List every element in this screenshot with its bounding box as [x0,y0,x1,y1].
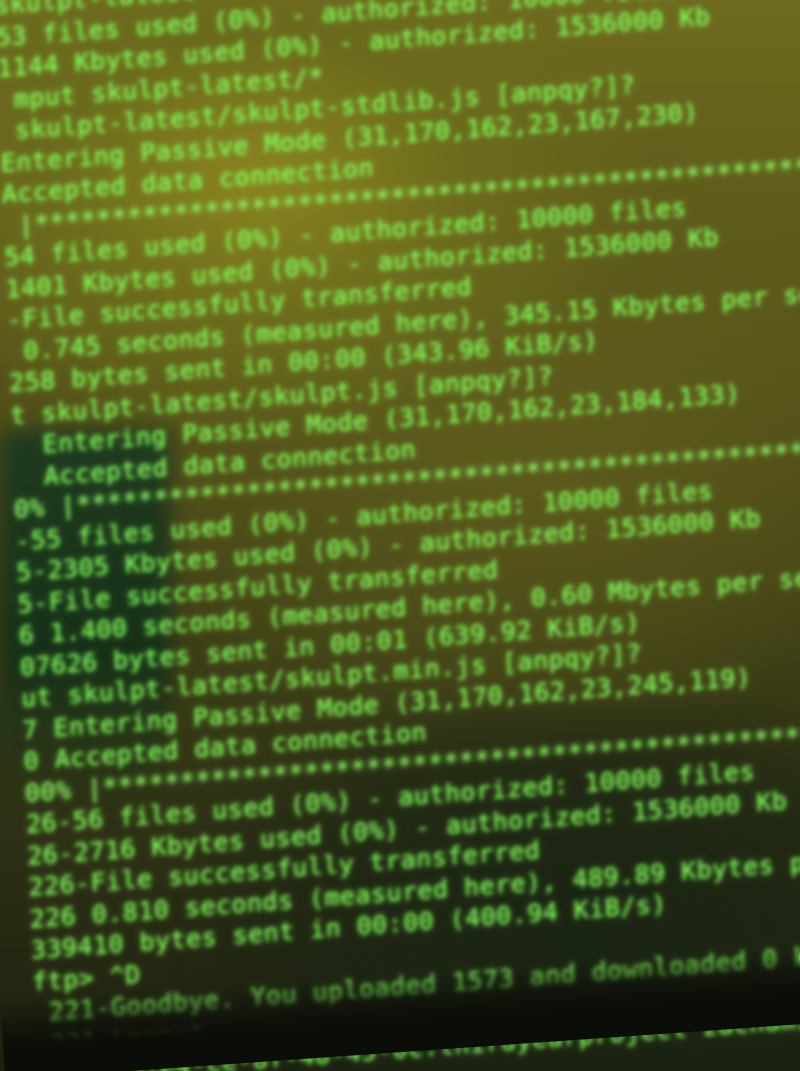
terminal-output: skulpt-latest" : The directory was succe… [0,0,800,1071]
monitor-photo: skulpt-latest" : The directory was succe… [0,0,800,1071]
